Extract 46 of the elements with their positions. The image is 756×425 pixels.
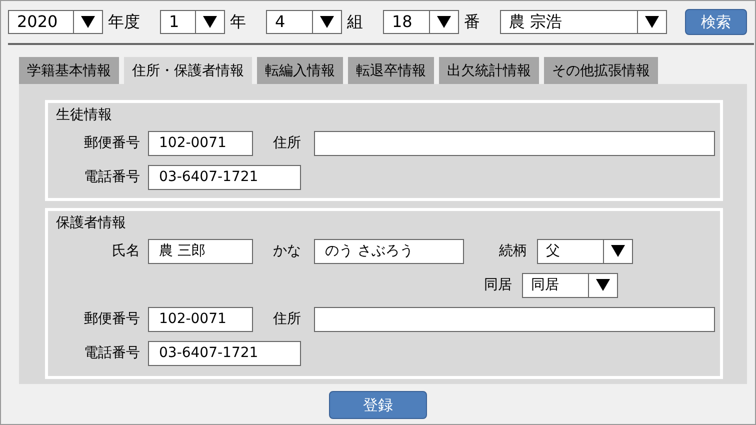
unit-suffix: 年度 (107, 12, 141, 32)
field-label: 電話番号 (83, 168, 141, 186)
caret-icon (320, 16, 334, 28)
section-title: 生徒情報 (56, 106, 113, 124)
field-label: 郵便番号 (83, 310, 141, 328)
field-label: 住所 (272, 134, 302, 152)
caret-icon (437, 16, 451, 28)
caret-icon (596, 279, 610, 291)
field-label: 氏名 (111, 242, 141, 260)
dropdown[interactable]: 2020 (8, 10, 103, 34)
kana-field[interactable]: のう さぶろう (314, 238, 464, 264)
student-dropdown[interactable]: 農 宗浩 (500, 10, 667, 34)
field-label: かな (272, 242, 302, 260)
phone-field[interactable]: 03-6407-1721 (148, 164, 301, 190)
postal-code-field[interactable]: 102-0071 (148, 130, 253, 156)
caret-icon (645, 16, 659, 28)
tab[interactable]: 転編入情報 (257, 57, 343, 84)
cohabit-dropdown[interactable]: 同居 (522, 272, 618, 298)
name-field[interactable]: 農 三郎 (148, 238, 253, 264)
dropdown[interactable]: 4 (266, 10, 342, 34)
phone-field[interactable]: 03-6407-1721 (148, 340, 301, 366)
field-label: 住所 (272, 310, 302, 328)
tab[interactable]: 転退卒情報 (348, 57, 434, 84)
address-field[interactable] (314, 130, 715, 156)
search-button[interactable]: 検索 (685, 9, 747, 35)
caret-icon (611, 245, 625, 257)
tab[interactable]: 出欠統計情報 (439, 57, 539, 84)
unit-suffix: 組 (346, 12, 364, 32)
dropdown[interactable]: 18 (383, 10, 459, 34)
unit-suffix: 番 (463, 12, 481, 32)
relation-dropdown[interactable]: 父 (537, 238, 633, 264)
tab[interactable]: その他拡張情報 (544, 57, 658, 84)
caret-icon (203, 16, 217, 28)
field-label: 電話番号 (83, 344, 141, 362)
section-title: 保護者情報 (56, 214, 127, 232)
tab[interactable]: 住所・保護者情報 (124, 57, 252, 84)
field-label: 同居 (484, 276, 513, 294)
tab[interactable]: 学籍基本情報 (19, 57, 119, 84)
field-label: 郵便番号 (83, 134, 141, 152)
dropdown[interactable]: 1 (160, 10, 225, 34)
caret-icon (81, 16, 95, 28)
postal-code-field[interactable]: 102-0071 (148, 306, 253, 332)
unit-suffix: 年 (229, 12, 247, 32)
address-field[interactable] (314, 306, 715, 332)
register-button[interactable]: 登録 (329, 391, 427, 419)
field-label: 続柄 (498, 242, 528, 260)
